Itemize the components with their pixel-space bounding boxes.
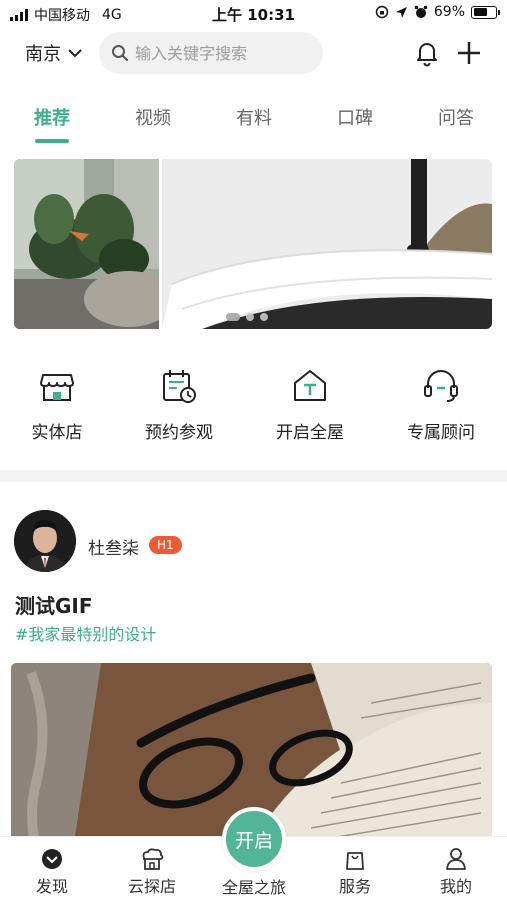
plus-icon[interactable] [454,38,484,68]
quick-entry-label: 开启全屋 [276,423,344,443]
avatar[interactable] [14,510,76,572]
alarm-icon [414,5,428,18]
search-icon [112,45,128,61]
plant-scene-image [14,159,174,329]
search-input[interactable] [135,43,305,63]
nav-service[interactable]: 服务 [315,847,395,897]
chevron-down-icon [68,49,82,58]
avatar-portrait [14,510,76,572]
cloud-store-icon [142,848,164,870]
nav-discover[interactable]: 发现 [12,847,92,897]
post-title[interactable]: 测试GIF [15,590,93,619]
nav-cloud-store[interactable]: 云探店 [112,847,192,897]
carousel-dot [246,313,254,321]
open-home-button[interactable]: 开启 [222,807,286,871]
header: 南京 [0,30,507,76]
status-bar: 中国移动 4G 上午 10:31 69% [0,0,507,28]
battery-icon [471,5,500,19]
house-t-icon [294,370,326,401]
carousel-indicator [226,313,268,321]
tab-video[interactable]: 视频 [118,104,188,130]
bell-icon[interactable] [412,38,442,68]
category-tabs: 推荐 视频 有料 口碑 问答 [0,104,507,148]
active-tab-indicator [35,139,69,143]
shopping-bag-icon [346,852,364,870]
search-bar[interactable] [99,32,323,74]
city-name: 南京 [25,44,61,65]
nav-label: 我的 [439,877,472,896]
quick-entry-grid: 实体店 预约参观 开启全屋 专属顾问 [0,366,507,446]
city-selector[interactable]: 南京 [25,40,83,66]
lock-rotation-icon [375,5,389,19]
nav-label: 云探店 [127,877,176,896]
quick-entry-open-home[interactable]: 开启全屋 [255,366,365,443]
tab-recommend[interactable]: 推荐 [17,104,87,130]
nav-label: 服务 [338,877,371,896]
level-badge: H1 [149,536,182,554]
calendar-clock-icon [163,370,196,403]
quick-entry-label: 专属顾问 [407,423,475,443]
headset-icon [424,370,458,402]
tab-qa[interactable]: 问答 [421,104,491,130]
carousel-dot [226,313,240,321]
banner-carousel[interactable] [14,159,492,329]
banner-slide-sofa[interactable] [162,159,492,329]
user-icon [446,848,466,870]
quick-entry-booking[interactable]: 预约参观 [124,366,234,443]
banner-slide-plants[interactable] [14,159,174,329]
tab-reviews[interactable]: 口碑 [320,104,390,130]
store-icon [40,374,74,401]
section-divider [0,470,507,482]
post-topic-tag[interactable]: #我家最特别的设计 [15,621,156,645]
quick-entry-label: 实体店 [31,423,83,443]
carousel-dot [260,313,268,321]
quick-entry-store[interactable]: 实体店 [2,366,112,443]
bottom-tab-bar: 发现 云探店 开启 全屋之旅 服务 我的 [0,807,507,900]
quick-entry-advisor[interactable]: 专属顾问 [386,366,496,443]
author-name[interactable]: 杜叁柒 [88,534,139,559]
nav-profile[interactable]: 我的 [416,847,496,897]
tab-content[interactable]: 有料 [219,104,289,130]
nav-label[interactable]: 全屋之旅 [214,874,294,898]
battery-percent: 69% [433,4,465,20]
location-icon [395,6,407,18]
nav-label: 发现 [35,877,68,896]
sofa-scene-image [162,159,492,329]
quick-entry-label: 预约参观 [145,423,213,443]
discover-icon [42,849,62,869]
